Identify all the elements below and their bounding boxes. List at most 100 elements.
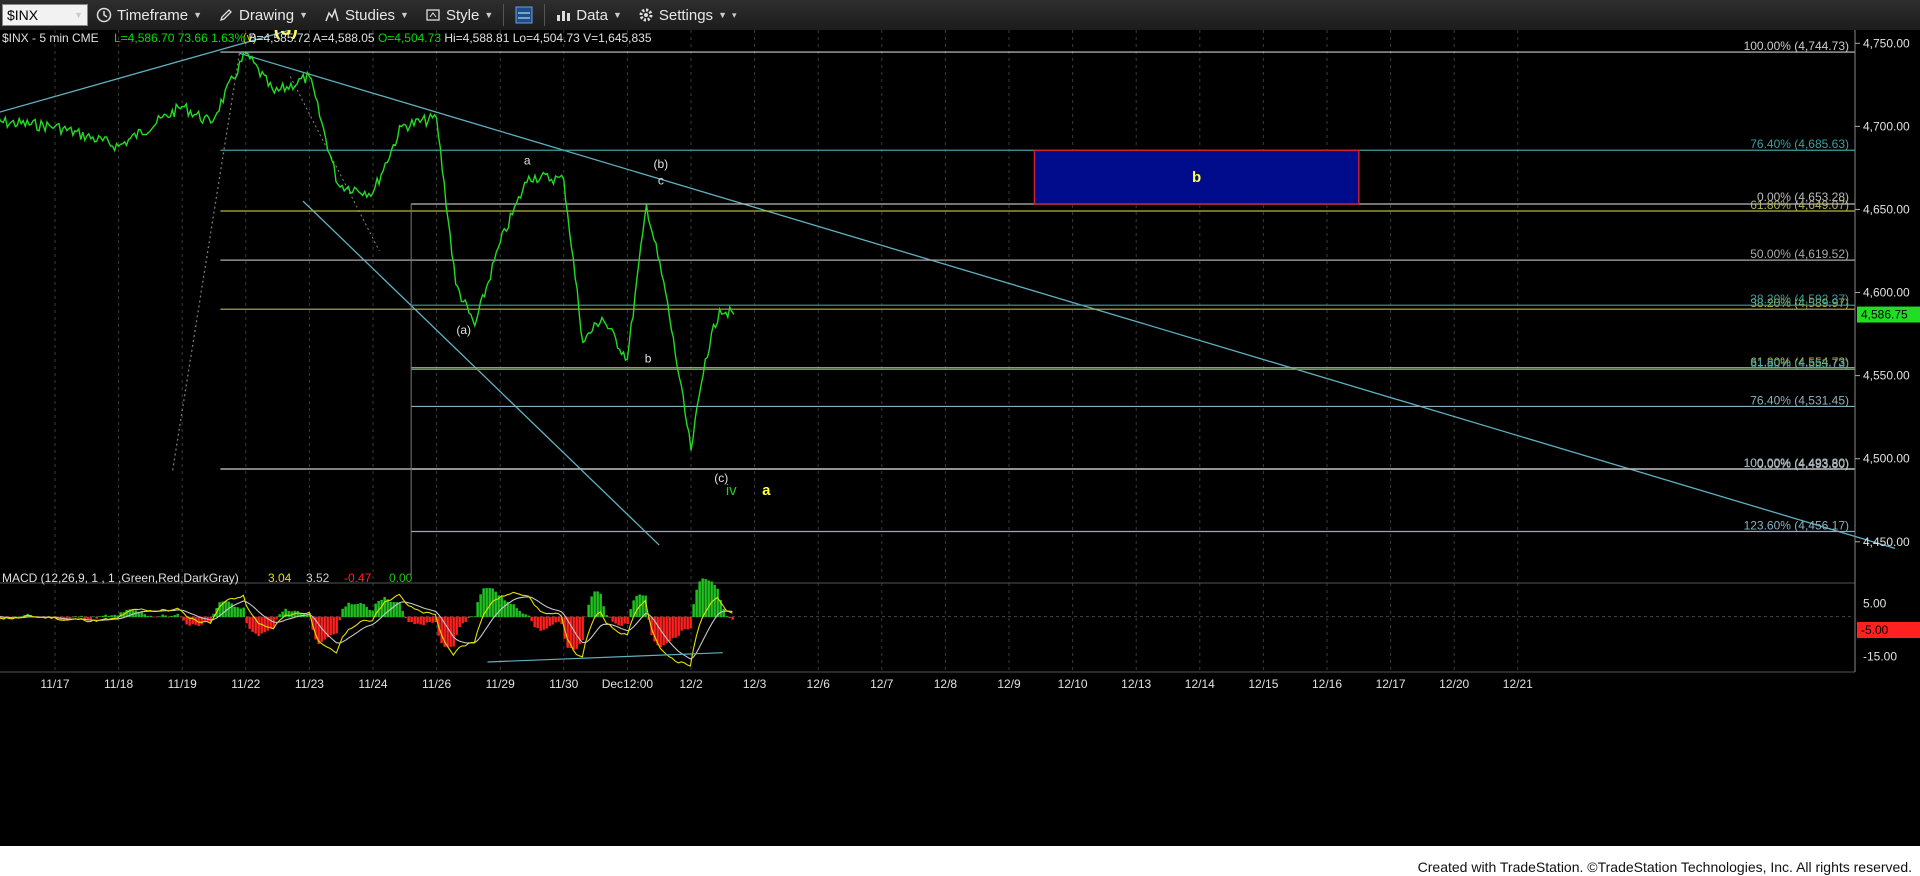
time-tick-label: 11/26 bbox=[422, 677, 451, 691]
macd-histogram-bar bbox=[182, 616, 185, 621]
macd-histogram-bar bbox=[257, 616, 260, 637]
macd-histogram-bar bbox=[248, 616, 251, 629]
layout-button[interactable] bbox=[506, 0, 542, 30]
macd-histogram-bar bbox=[521, 613, 524, 618]
macd-histogram-bar bbox=[617, 616, 620, 626]
macd-histogram-bar bbox=[233, 606, 236, 618]
wave-label: a bbox=[762, 482, 771, 499]
macd-histogram-bar bbox=[80, 615, 83, 618]
macd-histogram-bar bbox=[170, 615, 173, 618]
macd-value: 0.00 bbox=[389, 571, 413, 585]
macd-histogram-bar bbox=[104, 614, 107, 618]
macd-histogram-bar bbox=[662, 616, 665, 646]
price-chart[interactable]: 100.00% (4,744.73) 76.40% (4,685.63) 61.80… bbox=[0, 30, 1920, 846]
macd-histogram-bar bbox=[404, 616, 407, 619]
macd-histogram-bar bbox=[509, 603, 512, 618]
macd-histogram-bar bbox=[101, 615, 104, 618]
macd-histogram-bar bbox=[410, 616, 413, 623]
fib-level-label: 0.00% (4,653.28) bbox=[1757, 190, 1849, 204]
timeframe-menu[interactable]: Timeframe ▼ bbox=[88, 0, 210, 30]
macd-histogram-bar bbox=[176, 613, 179, 618]
wave-label: a bbox=[524, 154, 531, 168]
settings-menu[interactable]: Settings ▼ ▾ bbox=[630, 0, 745, 30]
price-tick-label: 4,600.00 bbox=[1863, 286, 1910, 300]
style-menu[interactable]: Style ▼ bbox=[417, 0, 501, 30]
macd-histogram-bar bbox=[485, 588, 488, 618]
price-tick-label: 4,550.00 bbox=[1863, 369, 1910, 383]
price-tick-label: 4,750.00 bbox=[1863, 36, 1910, 50]
chevron-down-icon[interactable]: ▼ bbox=[74, 10, 83, 20]
macd-tick-label: 5.00 bbox=[1863, 596, 1887, 610]
macd-histogram-bar bbox=[452, 616, 455, 647]
macd-histogram-bar bbox=[425, 616, 428, 623]
macd-histogram-bar bbox=[470, 616, 473, 618]
time-tick-label: 12/9 bbox=[997, 677, 1021, 691]
macd-histogram-bar bbox=[728, 616, 731, 619]
macd-histogram-bar bbox=[605, 615, 608, 618]
macd-histogram-bar bbox=[350, 604, 353, 618]
chevron-down-icon: ▼ bbox=[718, 10, 727, 20]
studies-label: Studies bbox=[345, 6, 396, 24]
macd-histogram-bar bbox=[476, 602, 479, 618]
wave-label: (b) bbox=[654, 157, 669, 171]
macd-histogram-bar bbox=[593, 591, 596, 618]
macd-histogram-bar bbox=[152, 616, 155, 618]
macd-histogram-bar bbox=[587, 604, 590, 618]
macd-histogram-bar bbox=[362, 604, 365, 618]
studies-menu[interactable]: Studies ▼ bbox=[316, 0, 417, 30]
macd-histogram-bar bbox=[398, 603, 401, 618]
macd-histogram-bar bbox=[92, 616, 95, 618]
macd-histogram-bar bbox=[473, 616, 476, 618]
time-tick-label: 11/30 bbox=[549, 677, 578, 691]
macd-histogram-bar bbox=[140, 611, 143, 618]
data-menu[interactable]: Data ▼ bbox=[547, 0, 630, 30]
macd-histogram-bar bbox=[245, 616, 248, 624]
macd-histogram-bar bbox=[413, 616, 416, 624]
studies-icon bbox=[325, 7, 339, 22]
macd-histogram-bar bbox=[77, 616, 80, 618]
target-zone-label: b bbox=[1192, 169, 1201, 186]
macd-histogram-bar bbox=[224, 601, 227, 618]
macd-histogram-bar bbox=[635, 595, 638, 618]
chevron-down-icon: ▼ bbox=[400, 10, 409, 20]
drawing-menu[interactable]: Drawing ▼ bbox=[210, 0, 316, 30]
macd-histogram-bar bbox=[608, 616, 611, 618]
chart-background bbox=[0, 30, 1920, 846]
macd-histogram-bar bbox=[701, 578, 704, 618]
chevron-down-icon: ▼ bbox=[484, 10, 494, 20]
macd-histogram-bar bbox=[155, 616, 158, 618]
wave-label: iv bbox=[726, 482, 737, 499]
macd-histogram-bar bbox=[236, 607, 239, 618]
macd-histogram-bar bbox=[95, 616, 98, 619]
time-tick-label: 12/2 bbox=[679, 677, 703, 691]
time-tick-label: 12/15 bbox=[1248, 677, 1278, 691]
macd-histogram-bar bbox=[698, 581, 701, 618]
time-tick-label: 12/14 bbox=[1185, 677, 1215, 691]
macd-histogram-bar bbox=[536, 616, 539, 629]
macd-histogram-bar bbox=[185, 616, 188, 625]
macd-histogram-bar bbox=[446, 616, 449, 648]
macd-label: MACD (12,26,9, 1 , 1 ,Green,Red,DarkGray… bbox=[2, 571, 239, 585]
layout-icon bbox=[515, 6, 533, 24]
price-stat: Lo=4,504.73 bbox=[513, 31, 583, 45]
fib-level-label: 0.00% (4,493.80) bbox=[1757, 457, 1849, 471]
macd-histogram-bar bbox=[623, 616, 626, 624]
macd-histogram-bar bbox=[386, 599, 389, 618]
time-tick-label: 12/21 bbox=[1503, 677, 1533, 691]
symbol-value: $INX bbox=[7, 7, 39, 23]
last-price-label: 4,586.75 bbox=[1861, 308, 1908, 322]
macd-histogram-bar bbox=[419, 616, 422, 625]
macd-histogram-bar bbox=[584, 616, 587, 618]
symbol-input[interactable]: $INX ▼ bbox=[2, 4, 88, 26]
macd-histogram-bar bbox=[422, 616, 425, 626]
price-tick-label: 4,700.00 bbox=[1863, 119, 1910, 133]
data-label: Data bbox=[576, 6, 608, 24]
wave-label: c bbox=[658, 174, 664, 188]
price-stat: L=4,586.70 bbox=[114, 31, 178, 45]
macd-histogram-bar bbox=[173, 615, 176, 618]
macd-histogram-bar bbox=[716, 588, 719, 618]
wave-label: b bbox=[645, 351, 652, 365]
macd-histogram-bar bbox=[674, 616, 677, 638]
macd-histogram-bar bbox=[515, 608, 518, 618]
macd-histogram-bar bbox=[392, 602, 395, 618]
